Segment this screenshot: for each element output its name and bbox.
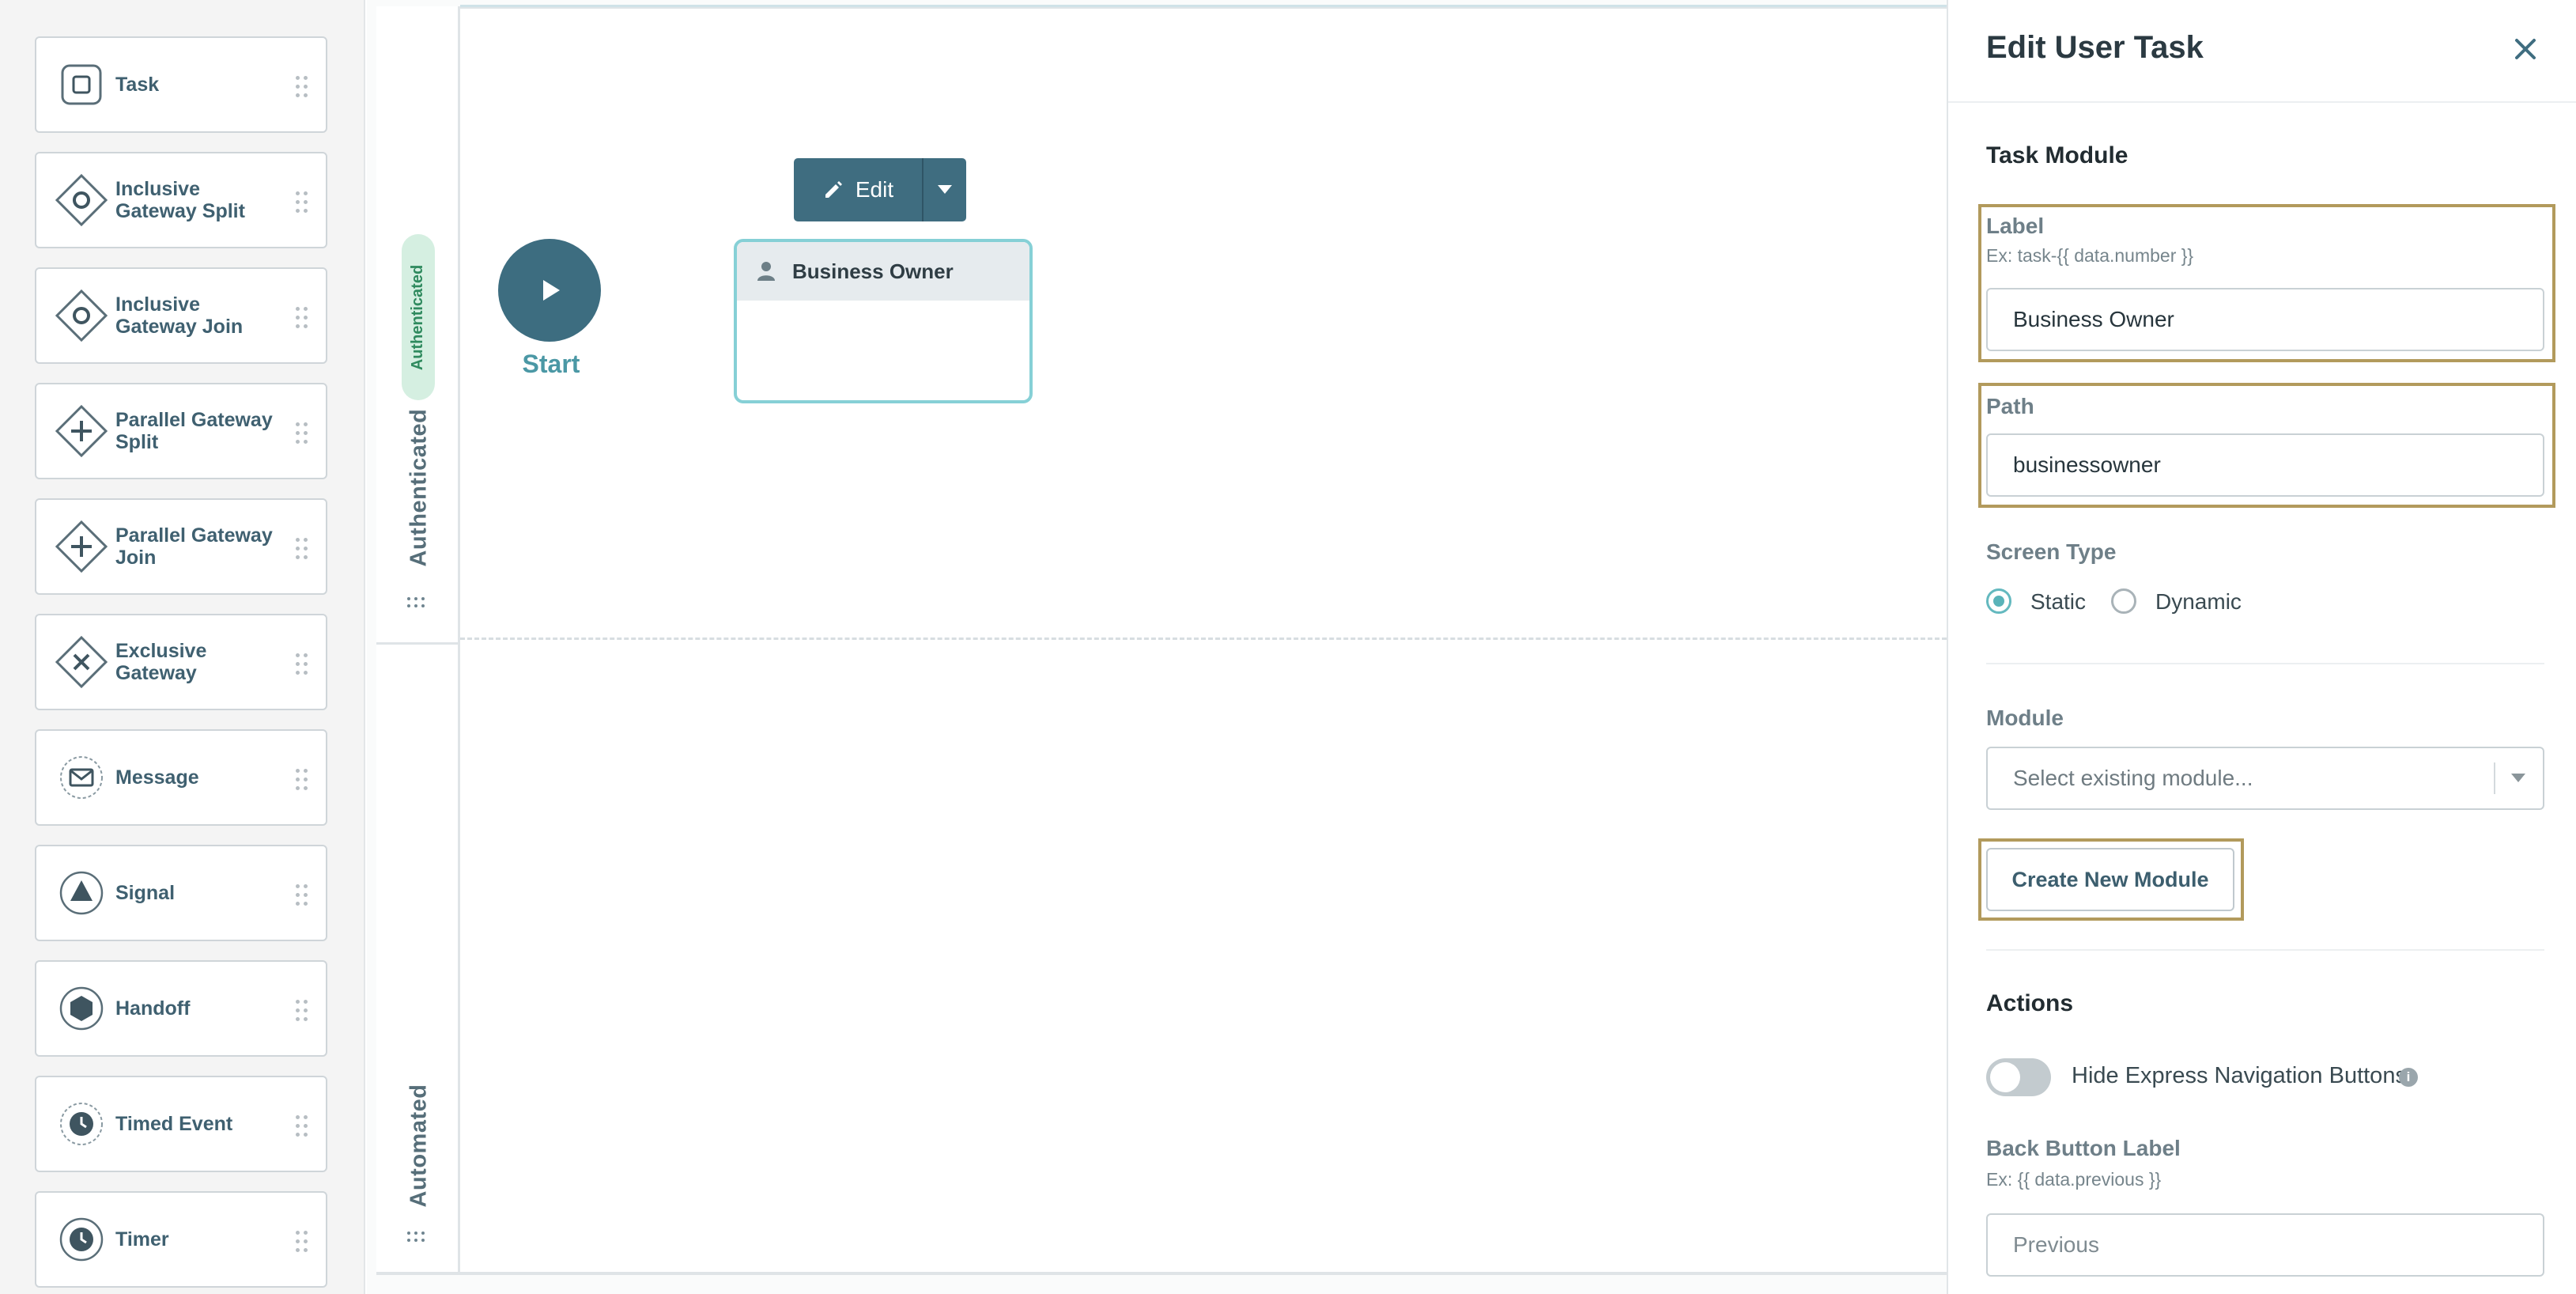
pencil-icon (825, 181, 842, 198)
palette-item-parallel-gateway-split[interactable]: Parallel Gateway Split (35, 383, 327, 479)
parallel-gateway-icon (54, 403, 109, 459)
palette-item-label: Exclusive Gateway (115, 640, 207, 684)
close-panel-button[interactable] (2508, 32, 2543, 66)
section-title-actions: Actions (1986, 990, 2074, 1016)
label-field-hint: Ex: task-{{ data.number }} (1986, 245, 2194, 266)
palette-item-label: Message (115, 766, 199, 789)
message-envelope-icon (54, 750, 109, 805)
lane-drag-handle-icon[interactable] (407, 1232, 431, 1246)
task-square-icon (54, 57, 109, 112)
play-icon (543, 280, 560, 301)
drag-handle-icon[interactable] (296, 307, 312, 329)
palette-item-inclusive-gateway-join[interactable]: Inclusive Gateway Join (35, 267, 327, 364)
drag-handle-icon[interactable] (296, 1115, 312, 1137)
palette-item-parallel-gateway-join[interactable]: Parallel Gateway Join (35, 498, 327, 595)
panel-divider (1948, 101, 2576, 103)
lane-auth-badge: Authenticated (402, 234, 435, 400)
module-select-placeholder: Select existing module... (2013, 766, 2253, 790)
drag-handle-icon[interactable] (296, 653, 312, 675)
back-button-label-title: Back Button Label (1986, 1136, 2181, 1160)
path-input[interactable]: businessowner (1986, 433, 2544, 497)
screen-type-label: Screen Type (1986, 539, 2117, 564)
lane-title-automated: Automated (406, 1084, 432, 1208)
timed-event-clock-icon (54, 1096, 109, 1152)
signal-triangle-icon (54, 865, 109, 921)
palette-item-label: Timer (115, 1228, 169, 1250)
palette-item-label: Task (115, 74, 160, 96)
edit-node-label: Edit (855, 177, 894, 202)
module-label: Module (1986, 706, 2064, 730)
create-new-module-button[interactable]: Create New Module (1986, 848, 2234, 911)
handoff-hexagon-icon (54, 981, 109, 1036)
label-field-label: Label (1986, 214, 2045, 238)
exclusive-gateway-icon (54, 634, 109, 690)
hide-express-nav-label: Hide Express Navigation Buttons (2072, 1063, 2407, 1088)
edit-node-button[interactable]: Edit (794, 158, 922, 221)
screen-type-dynamic-radio[interactable] (2111, 588, 2136, 614)
close-icon (2515, 39, 2536, 59)
start-event-node[interactable] (498, 239, 601, 342)
palette-item-timed-event[interactable]: Timed Event (35, 1076, 327, 1172)
lane-drag-handle-icon[interactable] (407, 597, 431, 611)
caret-down-icon (938, 185, 952, 194)
palette-item-timer[interactable]: Timer (35, 1191, 327, 1288)
screen-type-static-radio[interactable] (1986, 588, 2011, 614)
info-icon[interactable]: i (2399, 1068, 2418, 1087)
palette-item-task[interactable]: Task (35, 36, 327, 133)
section-title-task-module: Task Module (1986, 142, 2128, 168)
user-task-label: Business Owner (792, 259, 954, 283)
select-divider (2494, 762, 2495, 794)
lane-divider (460, 638, 1947, 640)
palette-item-label: Inclusive Gateway Join (115, 293, 244, 338)
start-event-label: Start (522, 350, 580, 378)
chevron-down-icon (2511, 774, 2525, 782)
screen-type-dynamic-label[interactable]: Dynamic (2155, 589, 2242, 615)
palette-item-label: Timed Event (115, 1113, 233, 1135)
palette-item-exclusive-gateway[interactable]: Exclusive Gateway (35, 614, 327, 710)
palette-item-label: Parallel Gateway Join (115, 524, 273, 569)
palette-item-inclusive-gateway-split[interactable]: Inclusive Gateway Split (35, 152, 327, 248)
drag-handle-icon[interactable] (296, 884, 312, 906)
drag-handle-icon[interactable] (296, 538, 312, 560)
pool-top-border (460, 5, 1947, 7)
drag-handle-icon[interactable] (296, 1000, 312, 1022)
drag-handle-icon[interactable] (296, 1231, 312, 1253)
inclusive-gateway-icon (54, 288, 109, 343)
user-icon (757, 262, 775, 281)
lane-auth-badge-text: Authenticated (409, 264, 427, 370)
process-pool (376, 6, 1958, 1275)
hide-express-nav-toggle[interactable] (1986, 1058, 2051, 1096)
edit-options-dropdown[interactable] (922, 158, 966, 221)
palette-item-message[interactable]: Message (35, 729, 327, 826)
path-field-label: Path (1986, 394, 2034, 418)
drag-handle-icon[interactable] (296, 422, 312, 445)
drag-handle-icon[interactable] (296, 76, 312, 98)
back-button-label-input[interactable]: Previous (1986, 1213, 2544, 1277)
palette-item-label: Parallel Gateway Split (115, 409, 273, 453)
parallel-gateway-icon (54, 519, 109, 574)
panel-divider (1986, 949, 2544, 951)
shape-palette: Task Inclusive Gateway Split Inclusive G… (0, 0, 365, 1294)
lane-title-authenticated: Authenticated (406, 408, 432, 567)
module-select[interactable]: Select existing module... (1986, 747, 2544, 810)
screen-type-static-label[interactable]: Static (2030, 589, 2086, 615)
inclusive-gateway-icon (54, 172, 109, 228)
pool-bottom-border (376, 1272, 1950, 1275)
edit-task-panel: Edit User Task Task Module Label Ex: tas… (1947, 0, 2576, 1294)
user-task-node[interactable]: Business Owner (734, 239, 1033, 403)
timer-clock-icon (54, 1212, 109, 1267)
palette-item-label: Signal (115, 882, 176, 904)
node-edit-toolbar: Edit (794, 158, 966, 221)
user-task-header: Business Owner (737, 242, 1029, 301)
palette-item-label: Handoff (115, 997, 191, 1020)
panel-divider (1986, 663, 2544, 664)
palette-item-label: Inclusive Gateway Split (115, 178, 245, 222)
panel-title: Edit User Task (1986, 30, 2204, 65)
drag-handle-icon[interactable] (296, 769, 312, 791)
back-button-hint: Ex: {{ data.previous }} (1986, 1169, 2162, 1190)
label-input[interactable]: Business Owner (1986, 288, 2544, 351)
drag-handle-icon[interactable] (296, 191, 312, 214)
palette-item-signal[interactable]: Signal (35, 845, 327, 941)
palette-item-handoff[interactable]: Handoff (35, 960, 327, 1057)
